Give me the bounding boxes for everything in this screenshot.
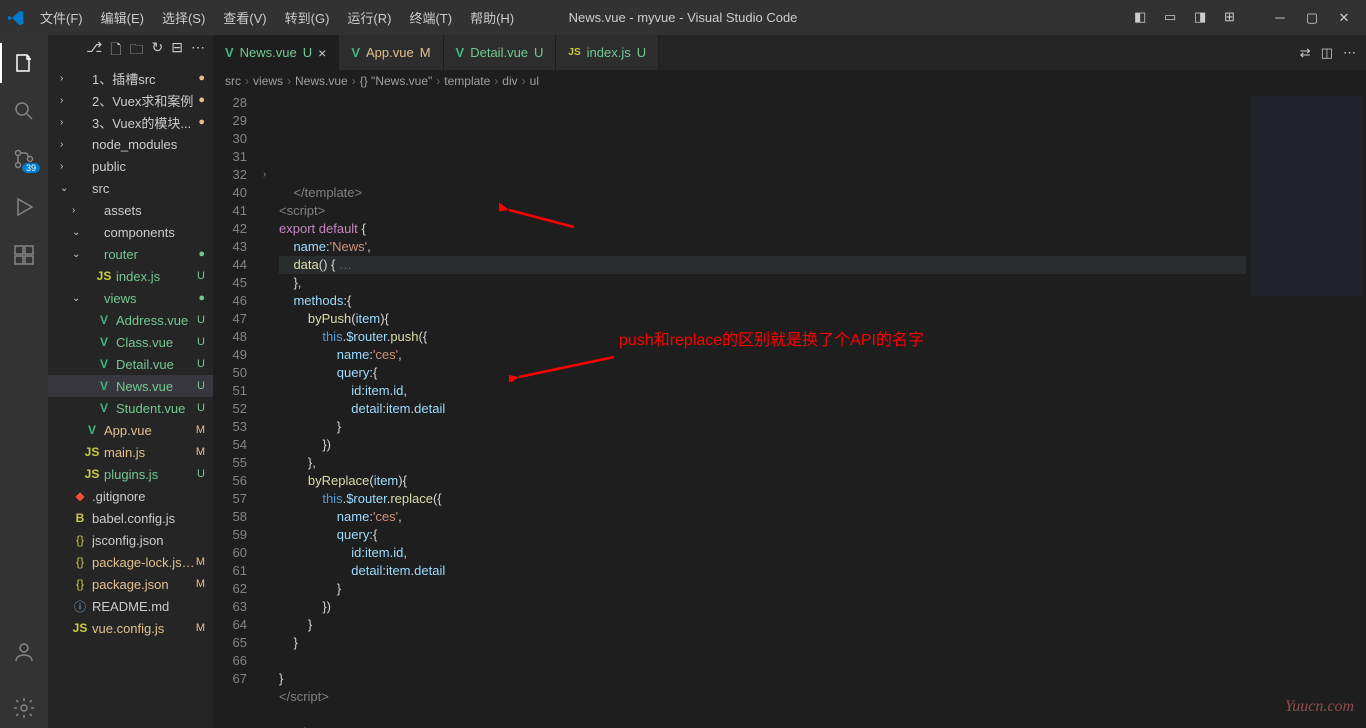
layout-grid-icon[interactable]: ⊞ <box>1224 9 1242 27</box>
collapse-all-icon[interactable]: ⊟ <box>171 39 183 63</box>
tree-item[interactable]: {}jsconfig.json <box>48 529 213 551</box>
menu-item[interactable]: 选择(S) <box>154 4 213 31</box>
scm-badge: 39 <box>22 163 40 173</box>
minimize-button[interactable]: ─ <box>1266 4 1294 32</box>
menu-item[interactable]: 查看(V) <box>215 4 274 31</box>
maximize-button[interactable]: ▢ <box>1298 4 1326 32</box>
accounts-icon[interactable] <box>0 632 48 672</box>
tree-item[interactable]: ⌄router● <box>48 243 213 265</box>
tree-item[interactable]: VNews.vueU <box>48 375 213 397</box>
menu-item[interactable]: 帮助(H) <box>462 4 522 31</box>
settings-gear-icon[interactable] <box>0 688 48 728</box>
code-content[interactable]: push和replace的区别就是换了个API的名字 </template><s… <box>279 92 1246 728</box>
breadcrumb-item[interactable]: {} "News.vue" <box>360 74 433 88</box>
tree-item[interactable]: VClass.vueU <box>48 331 213 353</box>
tree-item[interactable]: JSindex.jsU <box>48 265 213 287</box>
editor-tab[interactable]: VDetail.vueU <box>444 35 557 70</box>
extensions-icon[interactable] <box>0 235 48 275</box>
tree-item[interactable]: ⌄src <box>48 177 213 199</box>
layout-panel-bottom-icon[interactable]: ▭ <box>1164 9 1182 27</box>
tree-item[interactable]: JSvue.config.jsM <box>48 617 213 639</box>
explorer-icon[interactable] <box>0 43 48 83</box>
tabs-actions: ⇄ ◫ ⋯ <box>1290 35 1366 70</box>
menu-item[interactable]: 转到(G) <box>277 4 338 31</box>
close-button[interactable]: ✕ <box>1330 4 1358 32</box>
annotation-arrow-1 <box>499 202 579 232</box>
new-folder-icon[interactable]: 🗀 <box>130 39 144 63</box>
menu-item[interactable]: 终端(T) <box>401 4 460 31</box>
explorer-toolbar: ⎇ 🗋 🗀 ↻ ⊟ ⋯ <box>48 35 213 67</box>
editor-tab[interactable]: VNews.vueU× <box>213 35 339 70</box>
editor-tab[interactable]: JSindex.jsU <box>556 35 659 70</box>
menu-bar: 文件(F)编辑(E)选择(S)查看(V)转到(G)运行(R)终端(T)帮助(H) <box>32 4 522 31</box>
annotation-arrow-2 <box>509 352 619 382</box>
vscode-logo-icon <box>8 10 24 26</box>
breadcrumb-item[interactable]: ul <box>530 74 539 88</box>
tree-item[interactable]: {}package.jsonM <box>48 573 213 595</box>
source-control-small-icon[interactable]: ⎇ <box>86 39 102 63</box>
close-tab-icon[interactable]: × <box>318 45 326 61</box>
menu-item[interactable]: 运行(R) <box>339 4 399 31</box>
breadcrumb-item[interactable]: views <box>253 74 283 88</box>
tree-item[interactable]: ›node_modules <box>48 133 213 155</box>
run-debug-icon[interactable] <box>0 187 48 227</box>
editor-tab[interactable]: VApp.vueM <box>339 35 443 70</box>
tree-item[interactable]: VDetail.vueU <box>48 353 213 375</box>
tree-item[interactable]: ›assets <box>48 199 213 221</box>
source-control-icon[interactable]: 39 <box>0 139 48 179</box>
breadcrumb-item[interactable]: src <box>225 74 241 88</box>
tree-item[interactable]: JSplugins.jsU <box>48 463 213 485</box>
file-tree: ›1、插槽src●›2、Vuex求和案例●›3、Vuex的模块...●›node… <box>48 67 213 728</box>
tree-item[interactable]: ›3、Vuex的模块...● <box>48 111 213 133</box>
tree-item[interactable]: ◆.gitignore <box>48 485 213 507</box>
titlebar: 文件(F)编辑(E)选择(S)查看(V)转到(G)运行(R)终端(T)帮助(H)… <box>0 0 1366 35</box>
window-title: News.vue - myvue - Visual Studio Code <box>569 10 798 25</box>
refresh-icon[interactable]: ↻ <box>152 39 164 63</box>
tree-item[interactable]: ›1、插槽src● <box>48 67 213 89</box>
compare-icon[interactable]: ⇄ <box>1300 45 1311 61</box>
line-gutter: 2829303132404142434445464748495051525354… <box>213 92 263 728</box>
more-icon[interactable]: ⋯ <box>191 39 205 63</box>
breadcrumb-item[interactable]: template <box>444 74 490 88</box>
watermark: Yuucn.com <box>1285 698 1354 716</box>
code-editor[interactable]: 2829303132404142434445464748495051525354… <box>213 92 1366 728</box>
tree-item[interactable]: VAddress.vueU <box>48 309 213 331</box>
editor-area: VNews.vueU×VApp.vueMVDetail.vueUJSindex.… <box>213 35 1366 728</box>
layout-panel-right-icon[interactable]: ◨ <box>1194 9 1212 27</box>
split-editor-icon[interactable]: ◫ <box>1321 45 1333 61</box>
tree-item[interactable]: ›2、Vuex求和案例● <box>48 89 213 111</box>
more-actions-icon[interactable]: ⋯ <box>1343 45 1356 61</box>
window-controls: ◧ ▭ ◨ ⊞ ─ ▢ ✕ <box>1130 4 1358 32</box>
layout-panel-left-icon[interactable]: ◧ <box>1134 9 1152 27</box>
menu-item[interactable]: 文件(F) <box>32 4 91 31</box>
new-file-icon[interactable]: 🗋 <box>110 39 121 63</box>
sidebar: ⎇ 🗋 🗀 ↻ ⊟ ⋯ ›1、插槽src●›2、Vuex求和案例●›3、Vuex… <box>48 35 213 728</box>
tree-item[interactable]: Bbabel.config.js <box>48 507 213 529</box>
tree-item[interactable]: {}package-lock.jsonM <box>48 551 213 573</box>
tree-item[interactable]: ⌄components <box>48 221 213 243</box>
tree-item[interactable]: ⌄views● <box>48 287 213 309</box>
minimap[interactable] <box>1246 92 1366 728</box>
tree-item[interactable]: VStudent.vueU <box>48 397 213 419</box>
search-icon[interactable] <box>0 91 48 131</box>
annotation-text: push和replace的区别就是换了个API的名字 <box>619 332 924 350</box>
activity-bar: 39 <box>0 35 48 728</box>
breadcrumb-item[interactable]: News.vue <box>295 74 348 88</box>
menu-item[interactable]: 编辑(E) <box>93 4 152 31</box>
tree-item[interactable]: ⓘREADME.md <box>48 595 213 617</box>
breadcrumbs[interactable]: src›views›News.vue›{} "News.vue"›templat… <box>213 70 1366 92</box>
editor-tabs: VNews.vueU×VApp.vueMVDetail.vueUJSindex.… <box>213 35 1366 70</box>
tree-item[interactable]: ›public <box>48 155 213 177</box>
tree-item[interactable]: VApp.vueM <box>48 419 213 441</box>
tree-item[interactable]: JSmain.jsM <box>48 441 213 463</box>
breadcrumb-item[interactable]: div <box>502 74 517 88</box>
fold-gutter[interactable]: › <box>263 92 279 728</box>
